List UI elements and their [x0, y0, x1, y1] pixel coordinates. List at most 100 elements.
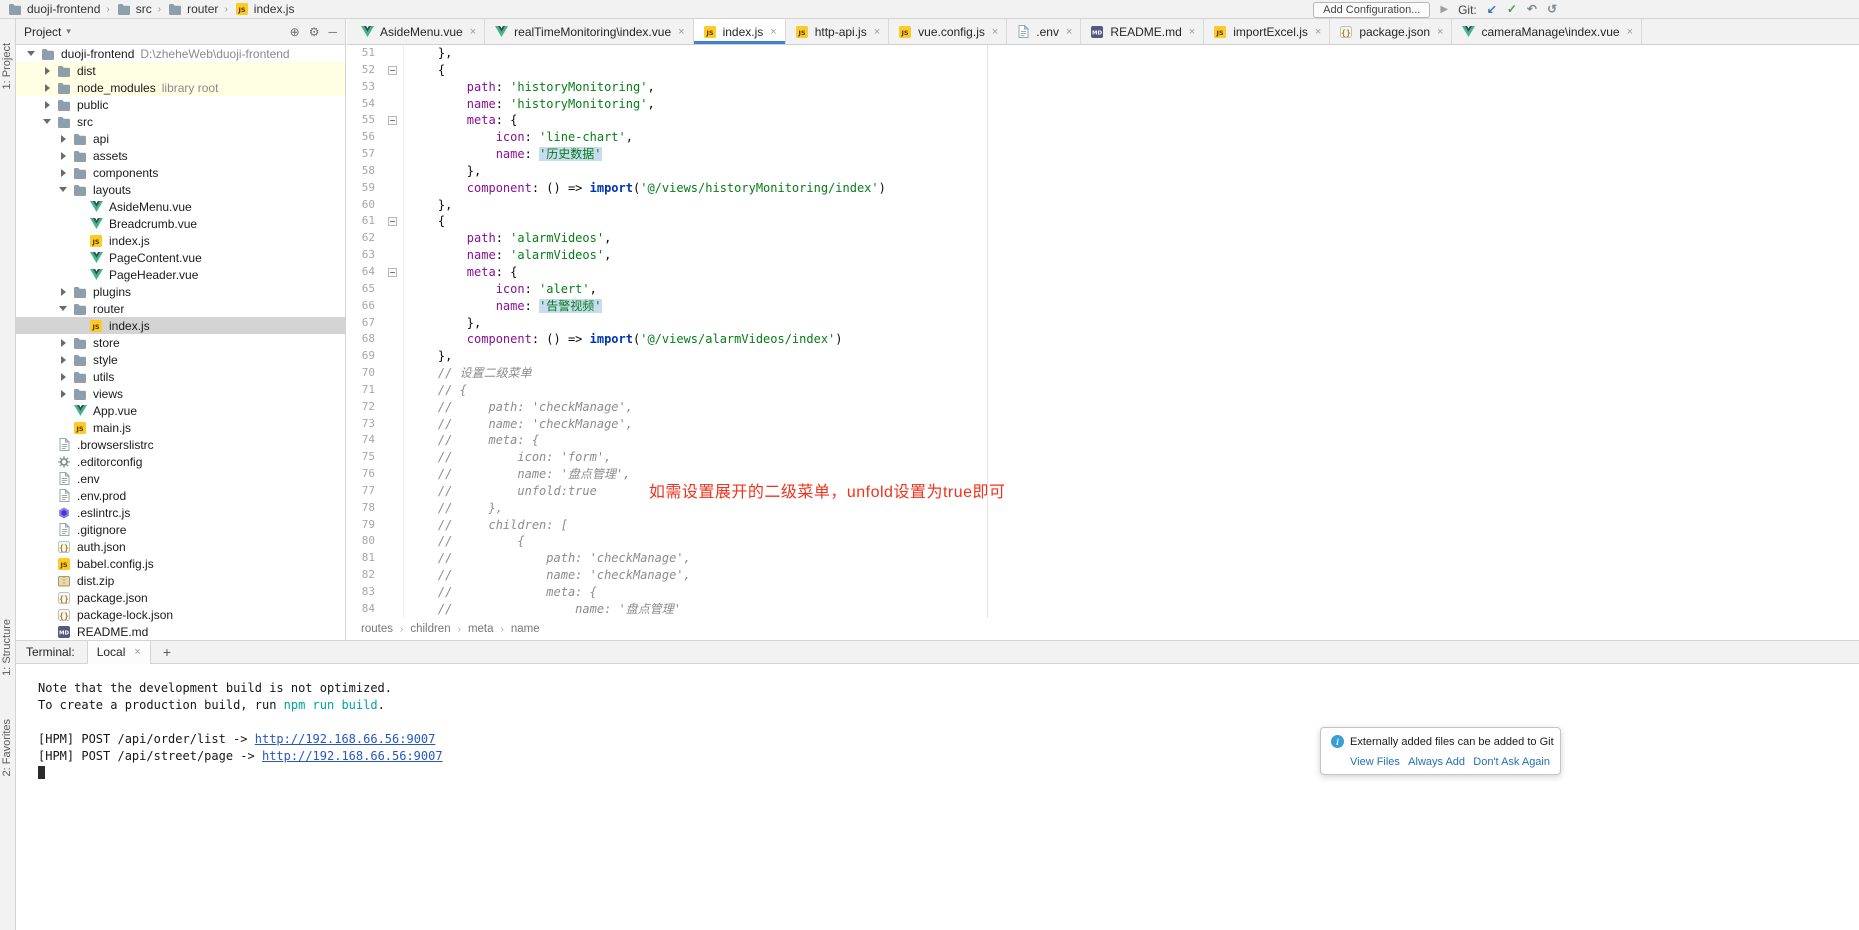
tab-close-icon[interactable]: ×	[1189, 26, 1195, 38]
editor-tab[interactable]: MDREADME.md×	[1081, 19, 1204, 44]
add-configuration-button[interactable]: Add Configuration...	[1313, 2, 1430, 18]
tree-row[interactable]: App.vue	[16, 402, 345, 419]
git-revert-icon[interactable]: ↶	[1527, 0, 1537, 19]
locate-file-icon[interactable]: ⊕	[290, 25, 300, 39]
git-commit-icon[interactable]: ✓	[1507, 0, 1517, 19]
tree-row[interactable]: {}package-lock.json	[16, 606, 345, 623]
tab-close-icon[interactable]: ×	[770, 26, 776, 38]
tab-close-icon[interactable]: ×	[1066, 26, 1072, 38]
tree-row[interactable]: .env.prod	[16, 487, 345, 504]
tree-row[interactable]: .gitignore	[16, 521, 345, 538]
tree-row[interactable]: JSindex.js	[16, 317, 345, 334]
tree-row[interactable]: .editorconfig	[16, 453, 345, 470]
tree-row[interactable]: router	[16, 300, 345, 317]
editor-breadcrumb-item[interactable]: routes	[361, 623, 393, 635]
tree-row[interactable]: {}package.json	[16, 589, 345, 606]
tree-row[interactable]: layouts	[16, 181, 345, 198]
tree-row[interactable]: AsideMenu.vue	[16, 198, 345, 215]
editor-tab[interactable]: JSvue.config.js×	[889, 19, 1007, 44]
notification-action-link[interactable]: View Files	[1350, 756, 1400, 768]
code-editor[interactable]: 51 },52 {53 path: 'historyMonitoring',54…	[347, 45, 1859, 618]
tree-row[interactable]: .env	[16, 470, 345, 487]
tree-row[interactable]: JSindex.js	[16, 232, 345, 249]
new-terminal-button[interactable]: +	[163, 644, 171, 660]
gear-icon[interactable]: ⚙	[309, 25, 320, 39]
tool-stripe-structure-button[interactable]: 1: Structure	[1, 619, 13, 676]
tree-row[interactable]: components	[16, 164, 345, 181]
tree-row[interactable]: node_moduleslibrary root	[16, 79, 345, 96]
chevron-collapsed-icon[interactable]	[42, 99, 53, 110]
tree-row[interactable]: style	[16, 351, 345, 368]
fold-marker[interactable]	[381, 62, 403, 79]
tab-close-icon[interactable]: ×	[1437, 26, 1443, 38]
tab-close-icon[interactable]: ×	[1315, 26, 1321, 38]
tree-row[interactable]: public	[16, 96, 345, 113]
git-update-icon[interactable]: ↙	[1487, 0, 1497, 19]
tree-row[interactable]: plugins	[16, 283, 345, 300]
chevron-collapsed-icon[interactable]	[42, 82, 53, 93]
breadcrumb-item[interactable]: router	[165, 2, 220, 16]
chevron-collapsed-icon[interactable]	[58, 286, 69, 297]
tree-row[interactable]: Breadcrumb.vue	[16, 215, 345, 232]
chevron-expanded-icon[interactable]	[58, 184, 69, 195]
tree-row[interactable]: .browserslistrc	[16, 436, 345, 453]
chevron-collapsed-icon[interactable]	[42, 65, 53, 76]
editor-breadcrumb-item[interactable]: name	[511, 623, 540, 635]
editor-breadcrumb-item[interactable]: children	[410, 623, 450, 635]
notification-action-link[interactable]: Always Add	[1408, 756, 1465, 768]
breadcrumb-item[interactable]: duoji-frontend	[5, 2, 102, 16]
chevron-collapsed-icon[interactable]	[58, 388, 69, 399]
chevron-collapsed-icon[interactable]	[58, 167, 69, 178]
editor-tab[interactable]: cameraManage\index.vue×	[1452, 19, 1642, 44]
tree-row[interactable]: dist	[16, 62, 345, 79]
terminal-output[interactable]: Note that the development build is not o…	[16, 665, 1859, 930]
fold-marker[interactable]	[381, 264, 403, 281]
tool-stripe-favorites-button[interactable]: 2: Favorites	[1, 719, 13, 776]
chevron-collapsed-icon[interactable]	[58, 150, 69, 161]
tree-row[interactable]: MDREADME.md	[16, 623, 345, 640]
tab-close-icon[interactable]: ×	[470, 26, 476, 38]
tab-close-icon[interactable]: ×	[1627, 26, 1633, 38]
breadcrumb-item[interactable]: JSindex.js	[232, 2, 297, 16]
tree-row[interactable]: {}auth.json	[16, 538, 345, 555]
breadcrumb-item[interactable]: src	[114, 2, 154, 16]
tree-row[interactable]: JSbabel.config.js	[16, 555, 345, 572]
tool-stripe-project-button[interactable]: 1: Project	[1, 43, 13, 89]
fold-marker[interactable]	[381, 112, 403, 129]
chevron-expanded-icon[interactable]	[42, 116, 53, 127]
tree-row[interactable]: store	[16, 334, 345, 351]
tree-row[interactable]: duoji-frontendD:\zheheWeb\duoji-frontend	[16, 45, 345, 62]
terminal-tab-local[interactable]: Local ×	[87, 641, 151, 664]
editor-tab[interactable]: JSimportExcel.js×	[1204, 19, 1330, 44]
tab-close-icon[interactable]: ×	[678, 26, 684, 38]
chevron-collapsed-icon[interactable]	[58, 133, 69, 144]
chevron-collapsed-icon[interactable]	[58, 354, 69, 365]
project-view-selector[interactable]: Project ▾	[24, 25, 71, 39]
tree-row[interactable]: JSmain.js	[16, 419, 345, 436]
run-icon[interactable]: ▶	[1440, 0, 1448, 19]
tab-close-icon[interactable]: ×	[992, 26, 998, 38]
tab-close-icon[interactable]: ×	[874, 26, 880, 38]
tree-row[interactable]: dist.zip	[16, 572, 345, 589]
chevron-expanded-icon[interactable]	[26, 48, 37, 59]
tree-row[interactable]: utils	[16, 368, 345, 385]
editor-tab[interactable]: JSindex.js×	[694, 19, 786, 44]
editor-tab[interactable]: .env×	[1007, 19, 1081, 44]
git-history-icon[interactable]: ↺	[1547, 0, 1557, 19]
editor-breadcrumb-item[interactable]: meta	[468, 623, 494, 635]
chevron-collapsed-icon[interactable]	[58, 337, 69, 348]
editor-tab[interactable]: {}package.json×	[1330, 19, 1452, 44]
tree-row[interactable]: api	[16, 130, 345, 147]
terminal-tab-close-icon[interactable]: ×	[134, 646, 140, 658]
editor-tab[interactable]: JShttp-api.js×	[786, 19, 889, 44]
fold-marker[interactable]	[381, 213, 403, 230]
tree-row[interactable]: views	[16, 385, 345, 402]
notification-action-link[interactable]: Don't Ask Again	[1473, 756, 1550, 768]
editor-tab[interactable]: AsideMenu.vue×	[351, 19, 485, 44]
chevron-expanded-icon[interactable]	[58, 303, 69, 314]
hide-panel-icon[interactable]: ─	[328, 25, 337, 39]
editor-tab[interactable]: realTimeMonitoring\index.vue×	[485, 19, 693, 44]
terminal-link[interactable]: http://192.168.66.56:9007	[255, 732, 436, 746]
terminal-link[interactable]: http://192.168.66.56:9007	[262, 749, 443, 763]
tree-row[interactable]: PageHeader.vue	[16, 266, 345, 283]
